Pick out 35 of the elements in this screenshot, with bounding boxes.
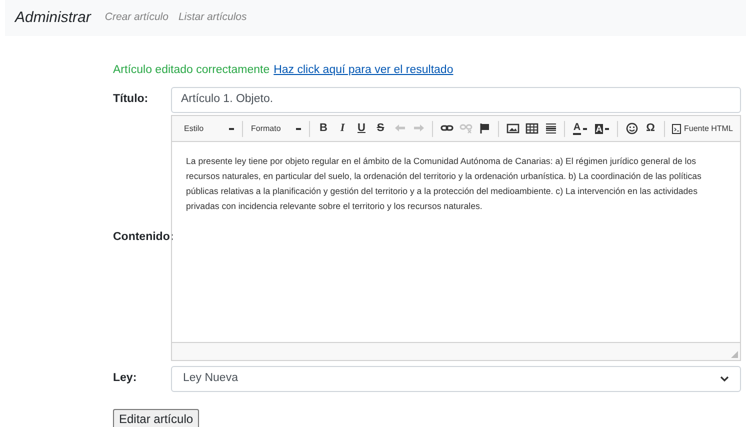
- toolbar-button[interactable]: U: [352, 120, 371, 138]
- result-link[interactable]: Haz click aquí para ver el resultado: [274, 62, 454, 80]
- submit-button[interactable]: Editar artículo: [113, 409, 200, 427]
- smiley-icon[interactable]: [624, 122, 638, 135]
- chevron-down-icon: [720, 376, 729, 382]
- text-color-button[interactable]: A: [569, 120, 591, 138]
- caret-icon: [229, 128, 234, 130]
- image-icon[interactable]: [506, 122, 520, 135]
- caret-icon: [296, 128, 301, 130]
- toolbar-button[interactable]: B: [314, 120, 333, 138]
- field-label: Título:: [113, 92, 150, 108]
- table-icon[interactable]: [524, 122, 538, 135]
- toolbar-button[interactable]: S: [371, 120, 390, 138]
- editor-text[interactable]: La presente ley tiene por objeto regular en el ámbito de la Comunidad Autónoma de Canarias: a) El régimen jurídico general de los recursos naturales, en particular del suelo, la ordenación del territorio y la ordenación urbanística. b) La coordinación de las políticas públicas relativas a la planificación y gestión del territorio y a la protección del medioambiente. c) La intervención en las actividades privadas con incidencia relevante sobre el territorio y los recursos naturales.: [186, 154, 706, 214]
- toolbar-button[interactable]: Ω: [641, 120, 660, 138]
- title-field[interactable]: Artículo 1. Objeto.: [171, 87, 741, 113]
- law-select[interactable]: Ley Nueva: [171, 366, 741, 392]
- document-icon: [672, 124, 681, 134]
- background-color-button[interactable]: A: [591, 120, 613, 138]
- nav-link[interactable]: Crear artículo: [104, 10, 168, 26]
- caret-icon: [605, 128, 610, 130]
- toolbar-dropdown[interactable]: Estilo: [180, 120, 238, 138]
- toolbar-dropdown[interactable]: Formato: [247, 120, 305, 138]
- toolbar-button[interactable]: I: [333, 120, 352, 138]
- resize-handle-icon[interactable]: [731, 351, 738, 358]
- nav-link[interactable]: Listar artículos: [178, 10, 247, 26]
- brand-link[interactable]: Administrar: [15, 6, 91, 30]
- flag-icon[interactable]: [478, 122, 492, 135]
- source-button[interactable]: Fuente HTML: [669, 120, 736, 138]
- select-value: Ley Nueva: [183, 371, 238, 386]
- success-message: Artículo editado correctamente: [113, 63, 270, 78]
- caret-icon: [582, 128, 587, 130]
- horizontal-rule-icon[interactable]: [544, 122, 558, 135]
- field-label: Contenido:: [113, 230, 171, 246]
- field-label: Ley:: [113, 371, 138, 386]
